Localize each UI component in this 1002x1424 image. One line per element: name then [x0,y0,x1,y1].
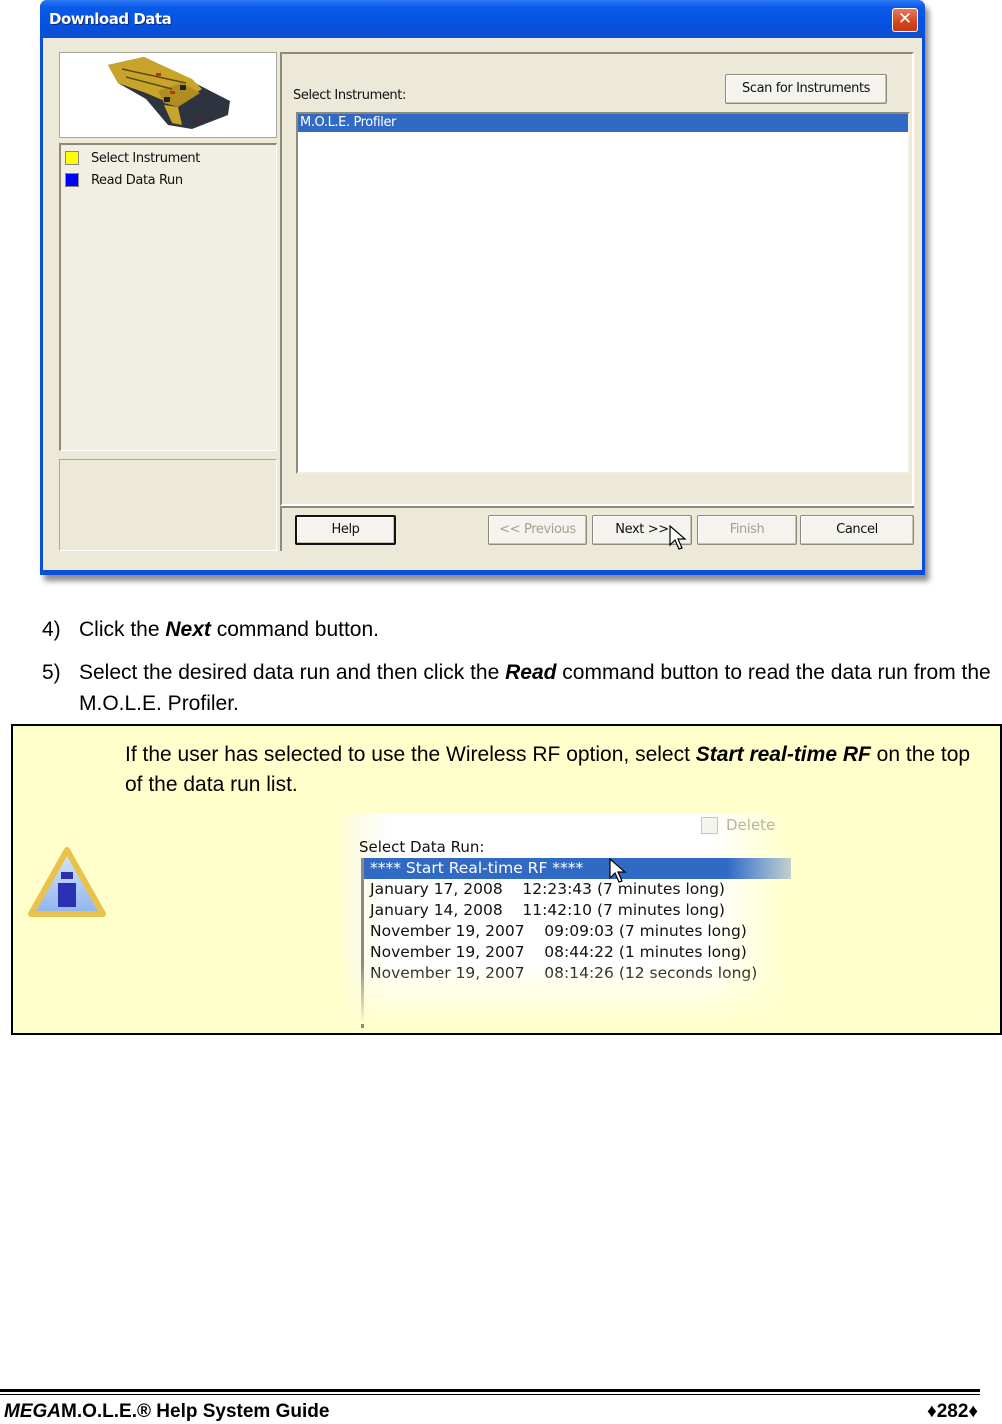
step-text: Select the desired data run and then cli… [79,661,506,684]
data-run-item[interactable]: November 19, 2007 09:09:03 (7 minutes lo… [364,921,791,942]
page-number: ♦282♦ [927,1401,979,1422]
help-button[interactable]: Help [295,515,396,545]
footer-title-text: M.O.L.E.® Help System Guide [61,1401,330,1422]
data-run-item[interactable]: January 14, 2008 11:42:10 (7 minutes lon… [364,900,791,921]
dialog-titlebar: Download Data ✕ [40,0,925,38]
screenshot-fade [339,964,789,1024]
wizard-button-bar: Help << Previous Next >> Finish Cancel [280,506,914,551]
note-box: If the user has selected to use the Wire… [11,724,1002,1035]
select-instrument-label: Select Instrument: [293,88,406,103]
emphasis-read: Read [505,661,557,684]
step-body: Select the desired data run and then cli… [79,657,999,719]
close-icon: ✕ [897,9,913,29]
mole-profiler-device-image [108,57,230,129]
step-number: 5) [42,661,61,684]
note-text-part: If the user has selected to use the Wire… [125,743,696,766]
step-body: Click the Next command button. [79,614,999,645]
footer-guide-title: MEGAM.O.L.E.® Help System Guide [4,1401,329,1423]
delete-label: Delete [726,816,776,834]
footer-rule [0,1389,980,1392]
emphasis-next: Next [165,618,211,641]
step-text: Click the [79,618,166,641]
instrument-listbox[interactable]: M.O.L.E. Profiler [296,112,910,474]
data-run-item[interactable]: November 19, 2007 08:44:22 (1 minutes lo… [364,942,791,963]
data-run-screenshot: Delete Select Data Run: **** Start Real-… [339,814,791,1028]
footer-rule [0,1394,980,1395]
scan-for-instruments-button[interactable]: Scan for Instruments [725,74,887,104]
data-run-item[interactable]: January 17, 2008 12:23:43 (7 minutes lon… [364,879,791,900]
emphasis-start-realtime-rf: Start real-time RF [695,743,871,766]
instrument-image-panel [59,52,277,138]
select-instrument-panel: Select Instrument: Scan for Instruments … [280,52,914,506]
delete-option: Delete [701,816,775,834]
download-data-dialog: Download Data ✕ Select Instrument Read D… [40,0,925,575]
delete-checkbox[interactable] [701,816,718,834]
select-data-run-label: Select Data Run: [359,838,485,856]
previous-button[interactable]: << Previous [488,515,587,545]
mouse-cursor-icon [669,525,687,550]
wizard-steps-panel: Select Instrument Read Data Run [59,143,277,451]
data-run-item-realtime-rf[interactable]: **** Start Real-time RF **** [364,858,791,879]
step-indicator-yellow [65,151,79,165]
dialog-client: Select Instrument Read Data Run Select I… [43,38,922,570]
step-number: 4) [42,618,61,641]
step-read-data-run: Read Data Run [65,172,183,188]
note-text: If the user has selected to use the Wire… [125,740,985,800]
step-select-instrument: Select Instrument [65,150,200,166]
step-text: command button. [210,618,379,641]
cancel-button[interactable]: Cancel [800,515,914,545]
instrument-list-item[interactable]: M.O.L.E. Profiler [298,114,908,132]
step-label: Select Instrument [91,150,200,166]
footer-brand: MEGA [4,1401,61,1422]
finish-button[interactable]: Finish [697,515,797,545]
dialog-title: Download Data [49,10,172,28]
info-warning-icon [28,847,106,917]
step-label: Read Data Run [91,172,183,188]
close-button[interactable]: ✕ [892,8,918,32]
mouse-cursor-icon [609,858,627,883]
info-panel [59,459,277,551]
step-indicator-blue [65,173,79,187]
